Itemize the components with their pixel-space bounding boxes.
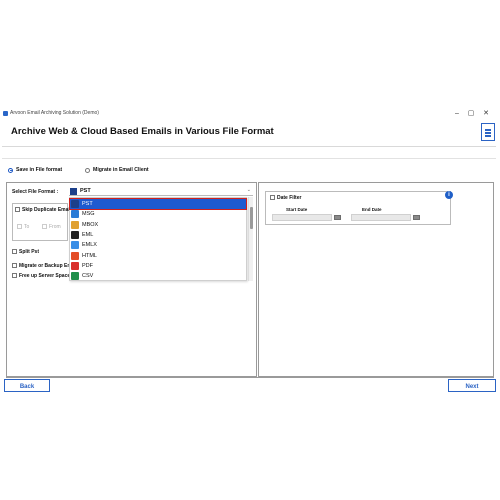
split-pst-label: Split Pst	[19, 249, 40, 255]
pdf-icon	[71, 261, 79, 270]
options-panel: Select File Format : PST ⌄ Skip Duplicat…	[6, 182, 257, 377]
format-option-msg[interactable]: MSG	[70, 209, 246, 219]
calendar-icon[interactable]	[413, 215, 420, 220]
format-option-label: EMLX	[82, 242, 97, 249]
radio-save-in-file-format[interactable]: Save in File format	[8, 167, 62, 173]
skip-duplicate-checkbox[interactable]	[15, 207, 20, 212]
format-option-html[interactable]: HTML	[70, 251, 246, 261]
format-option-label: MSG	[82, 211, 95, 218]
title-bar: Arvoon Email Archiving Solution (Demo) –…	[0, 109, 500, 119]
page-title: Archive Web & Cloud Based Emails in Vari…	[11, 126, 274, 137]
date-filter-box: Date Filter Start Date End Date	[265, 191, 451, 225]
outlook-pst-icon	[70, 188, 77, 195]
file-format-select[interactable]: PST ⌄	[69, 187, 253, 196]
migrate-backup-checkbox[interactable]	[12, 263, 17, 268]
migrate-backup-label: Migrate or Backup Em	[19, 263, 72, 269]
to-label: To	[24, 224, 30, 230]
date-filter-checkbox[interactable]	[270, 195, 275, 200]
format-option-pst[interactable]: PST	[69, 198, 247, 210]
panel-divider	[6, 377, 494, 378]
split-pst-checkbox[interactable]	[12, 249, 17, 254]
format-option-eml[interactable]: EML	[70, 230, 246, 240]
filter-panel: Date Filter Start Date End Date i	[258, 182, 494, 377]
from-checkbox[interactable]	[42, 224, 47, 229]
format-option-label: MBOX	[82, 221, 99, 228]
start-date-label: Start Date	[286, 207, 308, 212]
eml-icon	[71, 230, 79, 239]
format-option-label: HTML	[82, 252, 97, 259]
from-label: From	[49, 224, 61, 230]
dropdown-scrollbar[interactable]	[248, 197, 253, 281]
format-option-label: CSV	[82, 273, 94, 280]
close-button[interactable]: ✕	[480, 109, 492, 119]
format-option-label: PDF	[82, 262, 93, 269]
start-date-input[interactable]	[272, 214, 332, 221]
radio-migrate-in-email-client[interactable]: Migrate in Email Client	[85, 167, 149, 173]
to-checkbox[interactable]	[17, 224, 22, 229]
file-format-dropdown-list: PST MSG MBOX EML EMLX HTML PDF CSV	[69, 197, 247, 281]
info-icon[interactable]: i	[445, 191, 453, 199]
free-up-server-label: Free up Server Space	[19, 273, 71, 279]
maximize-button[interactable]: ▢	[465, 109, 477, 119]
minimize-button[interactable]: –	[451, 109, 463, 119]
format-option-mbox[interactable]: MBOX	[70, 220, 246, 230]
radio-selected-icon	[8, 167, 13, 173]
header: Archive Web & Cloud Based Emails in Vari…	[2, 119, 496, 147]
csv-icon	[71, 272, 79, 281]
radio-unselected-icon	[85, 167, 90, 173]
emlx-icon	[71, 241, 79, 250]
app-icon	[3, 111, 8, 116]
chevron-down-icon: ⌄	[246, 187, 251, 193]
format-option-label: EML	[82, 231, 94, 238]
scrollbar-thumb[interactable]	[250, 207, 253, 229]
end-date-label: End Date	[362, 207, 382, 212]
radio-label: Save in File format	[16, 167, 63, 173]
skip-duplicate-label: Skip Duplicate Email	[22, 207, 72, 213]
mbox-icon	[71, 220, 79, 229]
window-title: Arvoon Email Archiving Solution (Demo)	[10, 110, 99, 116]
date-filter-label: Date Filter	[277, 195, 302, 201]
radio-label: Migrate in Email Client	[93, 167, 149, 173]
end-date-input[interactable]	[351, 214, 411, 221]
app-window: Arvoon Email Archiving Solution (Demo) –…	[0, 109, 500, 392]
free-up-server-checkbox[interactable]	[12, 273, 17, 278]
format-option-label: PST	[82, 201, 93, 207]
format-option-emlx[interactable]: EMLX	[70, 240, 246, 250]
duplicate-filter-box: Skip Duplicate Email To From	[12, 203, 72, 241]
outlook-pst-icon	[71, 200, 79, 208]
selected-format: PST	[80, 188, 91, 194]
format-option-csv[interactable]: CSV	[70, 271, 246, 281]
hamburger-menu-icon[interactable]	[481, 123, 495, 141]
toolbar-strip	[2, 147, 496, 159]
select-file-format-label: Select File Format :	[12, 189, 59, 195]
html-icon	[71, 251, 79, 260]
next-button[interactable]: Next	[448, 379, 496, 392]
back-button[interactable]: Back	[4, 379, 50, 392]
msg-icon	[71, 210, 79, 219]
calendar-icon[interactable]	[334, 215, 341, 220]
format-option-pdf[interactable]: PDF	[70, 261, 246, 271]
